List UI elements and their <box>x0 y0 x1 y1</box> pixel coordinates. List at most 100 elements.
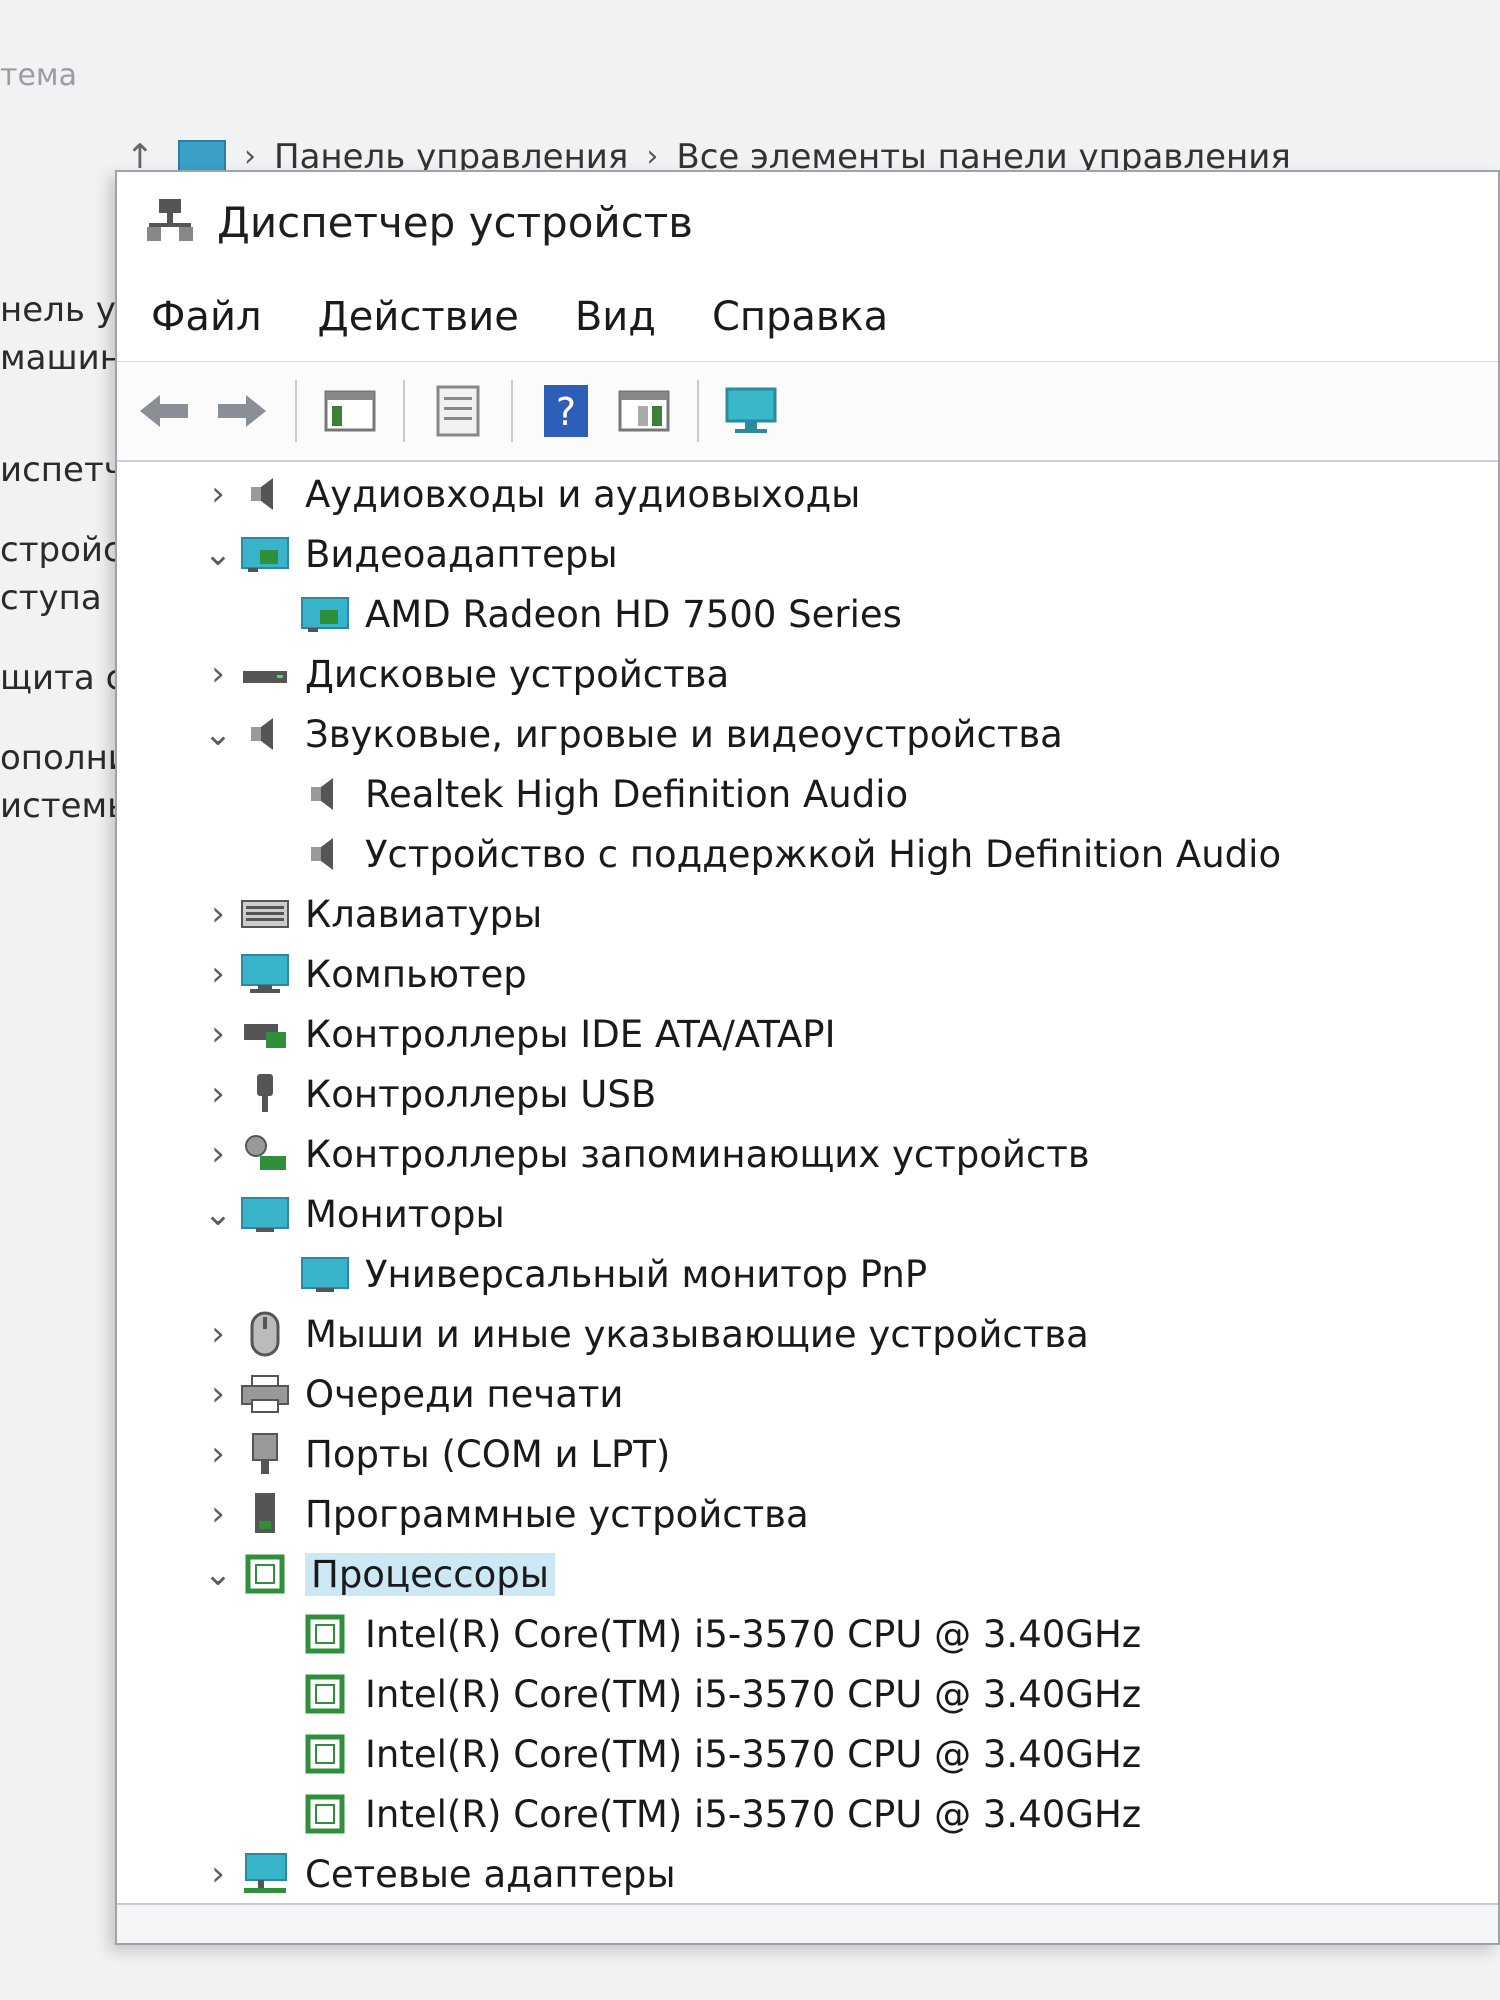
tree-node-category[interactable]: › Контроллеры запоминающих устройств <box>117 1124 1497 1184</box>
sidebar-fragment[interactable]: нель у <box>0 290 125 330</box>
chevron-right-icon[interactable]: › <box>197 894 239 934</box>
display-adapter-icon <box>239 533 291 575</box>
chevron-right-icon[interactable]: › <box>197 1854 239 1894</box>
menu-bar: Файл Действие Вид Справка <box>117 272 1498 362</box>
title-bar[interactable]: Диспетчер устройств <box>117 172 1498 272</box>
tree-node-category[interactable]: › Контроллеры USB <box>117 1064 1497 1124</box>
scan-hardware-changes-icon[interactable] <box>719 378 785 444</box>
menu-file[interactable]: Файл <box>151 294 262 340</box>
tree-node-label: Мониторы <box>305 1192 505 1236</box>
tree-node-device[interactable]: Intel(R) Core(TM) i5-3570 CPU @ 3.40GHz <box>117 1604 1497 1664</box>
tree-node-category[interactable]: › Компьютер <box>117 944 1497 1004</box>
chevron-right-icon[interactable]: › <box>197 474 239 514</box>
sidebar-fragment[interactable]: истемы <box>0 786 125 826</box>
software-device-icon <box>239 1493 291 1535</box>
chevron-right-icon[interactable]: › <box>197 654 239 694</box>
chevron-right-icon[interactable]: › <box>197 1134 239 1174</box>
show-action-pane-icon[interactable] <box>611 378 677 444</box>
control-panel-icon <box>178 139 226 174</box>
processor-icon <box>299 1793 351 1835</box>
speaker-icon <box>239 473 291 515</box>
help-icon[interactable]: ? <box>533 378 599 444</box>
tree-node-label: Мыши и иные указывающие устройства <box>305 1312 1089 1356</box>
tree-node-category[interactable]: ⌄ Видеоадаптеры <box>117 524 1497 584</box>
tree-node-category[interactable]: ⌄ Процессоры <box>117 1544 1497 1604</box>
chevron-right-icon[interactable]: › <box>197 1314 239 1354</box>
port-icon <box>239 1433 291 1475</box>
window-title: Диспетчер устройств <box>217 197 694 247</box>
printer-icon <box>239 1373 291 1415</box>
properties-icon[interactable] <box>425 378 491 444</box>
sidebar-fragment[interactable]: щита с <box>0 658 125 698</box>
chevron-right-icon[interactable]: › <box>197 1014 239 1054</box>
processor-icon <box>239 1553 291 1595</box>
tree-node-device[interactable]: Realtek High Definition Audio <box>117 764 1497 824</box>
status-bar <box>117 1903 1498 1943</box>
tree-node-category[interactable]: › Программные устройства <box>117 1484 1497 1544</box>
ide-controller-icon <box>239 1013 291 1055</box>
sidebar-fragment[interactable]: ступа <box>0 578 125 618</box>
disk-drive-icon <box>239 653 291 695</box>
forward-arrow-icon[interactable] <box>209 378 275 444</box>
tree-node-category[interactable]: › Аудиовходы и аудиовыходы <box>117 464 1497 524</box>
tree-node-label: Клавиатуры <box>305 892 543 936</box>
menu-view[interactable]: Вид <box>575 294 656 340</box>
tree-node-category[interactable]: ⌄ Мониторы <box>117 1184 1497 1244</box>
chevron-right-icon: › <box>646 139 659 174</box>
device-tree[interactable]: › Аудиовходы и аудиовыходы ⌄ Видеоадаптеры A… <box>117 464 1497 1904</box>
menu-help[interactable]: Справка <box>712 294 888 340</box>
toolbar-separator <box>295 380 297 442</box>
storage-controller-icon <box>239 1133 291 1175</box>
processor-icon <box>299 1673 351 1715</box>
chevron-down-icon[interactable]: ⌄ <box>197 534 239 574</box>
tree-node-device[interactable]: Intel(R) Core(TM) i5-3570 CPU @ 3.40GHz <box>117 1664 1497 1724</box>
menu-action[interactable]: Действие <box>318 294 519 340</box>
svg-text:?: ? <box>556 390 576 434</box>
tree-node-category[interactable]: › Порты (COM и LPT) <box>117 1424 1497 1484</box>
tree-node-label: Процессоры <box>305 1552 555 1596</box>
tree-node-category[interactable]: › Мыши и иные указывающие устройства <box>117 1304 1497 1364</box>
chevron-right-icon[interactable]: › <box>197 1074 239 1114</box>
tree-node-device[interactable]: Устройство с поддержкой High Definition … <box>117 824 1497 884</box>
show-hide-console-tree-icon[interactable] <box>317 378 383 444</box>
tree-node-label: Звуковые, игровые и видеоустройства <box>305 712 1063 756</box>
tree-node-label: Программные устройства <box>305 1492 809 1536</box>
toolbar: ? <box>117 362 1498 462</box>
monitor-icon <box>299 1253 351 1295</box>
tree-node-label: Компьютер <box>305 952 527 996</box>
tree-node-label: Intel(R) Core(TM) i5-3570 CPU @ 3.40GHz <box>365 1792 1142 1836</box>
speaker-icon <box>299 833 351 875</box>
tree-node-device[interactable]: Intel(R) Core(TM) i5-3570 CPU @ 3.40GHz <box>117 1784 1497 1844</box>
sidebar-fragment[interactable]: машин <box>0 338 125 378</box>
tree-node-category[interactable]: › Клавиатуры <box>117 884 1497 944</box>
sidebar-fragment[interactable]: испетче <box>0 450 125 490</box>
tree-node-device[interactable]: AMD Radeon HD 7500 Series <box>117 584 1497 644</box>
tree-node-category[interactable]: ⌄ Звуковые, игровые и видеоустройства <box>117 704 1497 764</box>
tree-node-device[interactable]: Intel(R) Core(TM) i5-3570 CPU @ 3.40GHz <box>117 1724 1497 1784</box>
chevron-down-icon[interactable]: ⌄ <box>197 1554 239 1594</box>
sidebar-fragment[interactable]: ополни <box>0 738 125 778</box>
tree-node-device[interactable]: Универсальный монитор PnP <box>117 1244 1497 1304</box>
tree-node-label: Сетевые адаптеры <box>305 1852 676 1896</box>
back-arrow-icon[interactable] <box>131 378 197 444</box>
tree-node-label: Контроллеры IDE ATA/ATAPI <box>305 1012 836 1056</box>
tree-node-label: Дисковые устройства <box>305 652 730 696</box>
speaker-icon <box>239 713 291 755</box>
chevron-down-icon[interactable]: ⌄ <box>197 1194 239 1234</box>
tree-node-category[interactable]: › Дисковые устройства <box>117 644 1497 704</box>
sidebar-fragment[interactable]: стройс <box>0 530 125 570</box>
tree-node-label: AMD Radeon HD 7500 Series <box>365 592 902 636</box>
chevron-right-icon[interactable]: › <box>197 954 239 994</box>
tree-node-category[interactable]: › Контроллеры IDE ATA/ATAPI <box>117 1004 1497 1064</box>
chevron-down-icon[interactable]: ⌄ <box>197 714 239 754</box>
device-manager-window: Диспетчер устройств Файл Действие Вид Сп… <box>115 170 1500 1945</box>
chevron-right-icon[interactable]: › <box>197 1494 239 1534</box>
chevron-right-icon[interactable]: › <box>197 1434 239 1474</box>
toolbar-separator <box>511 380 513 442</box>
tree-node-category[interactable]: › Очереди печати <box>117 1364 1497 1424</box>
tree-node-label: Intel(R) Core(TM) i5-3570 CPU @ 3.40GHz <box>365 1732 1142 1776</box>
chevron-right-icon[interactable]: › <box>197 1374 239 1414</box>
keyboard-icon <box>239 893 291 935</box>
speaker-icon <box>299 773 351 815</box>
tree-node-category[interactable]: › Сетевые адаптеры <box>117 1844 1497 1904</box>
